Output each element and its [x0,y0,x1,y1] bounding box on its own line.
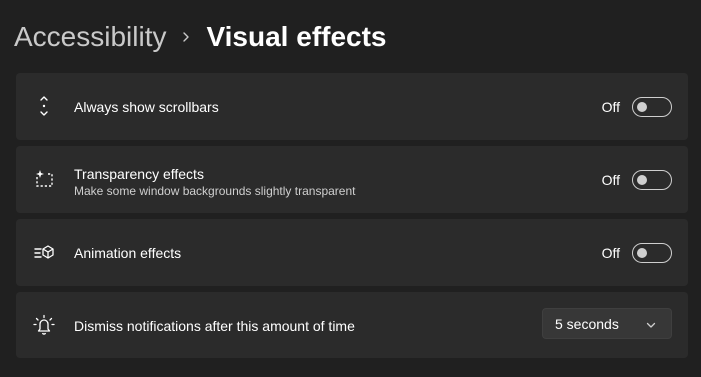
page-title: Visual effects [206,21,387,52]
setting-title: Always show scrollbars [74,99,219,115]
setting-description: Make some window backgrounds slightly tr… [74,184,356,198]
setting-always-show-scrollbars: Always show scrollbars Off [16,73,688,140]
scrollbar-icon [33,95,55,117]
toggle-state-label: Off [601,99,620,115]
notification-timer-icon [33,314,55,336]
breadcrumb: Accessibility Visual effects [14,14,387,60]
breadcrumb-accessibility[interactable]: Accessibility [14,21,166,53]
setting-transparency-effects: Transparency effects Make some window ba… [16,146,688,213]
setting-title: Transparency effects [74,166,204,182]
animation-toggle[interactable] [632,243,672,263]
toggle-knob [637,102,647,112]
dropdown-selected-value: 5 seconds [555,315,619,332]
setting-animation-effects: Animation effects Off [16,219,688,286]
chevron-down-icon [645,318,657,330]
toggle-state-label: Off [601,172,620,188]
toggle-knob [637,248,647,258]
notification-duration-dropdown[interactable]: 5 seconds [542,308,672,339]
visual-effects-page: Accessibility Visual effects Always show… [0,0,701,377]
setting-title: Animation effects [74,245,182,261]
toggle-state-label: Off [601,245,620,261]
setting-title: Dismiss notifications after this amount … [74,318,355,334]
scrollbars-toggle[interactable] [632,97,672,117]
chevron-right-icon [172,14,200,60]
transparency-toggle[interactable] [632,170,672,190]
transparency-icon [33,168,55,190]
animation-icon [33,242,55,264]
toggle-knob [637,175,647,185]
setting-dismiss-notifications: Dismiss notifications after this amount … [16,292,688,358]
